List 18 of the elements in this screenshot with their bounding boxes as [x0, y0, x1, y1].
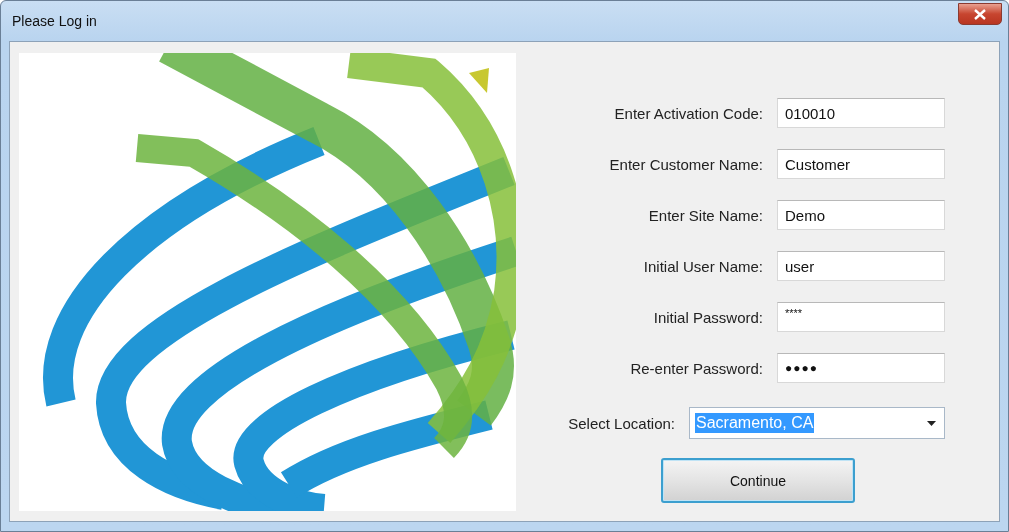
field-label: Enter Site Name:: [648, 206, 763, 224]
input-field[interactable]: ●●●●: [777, 353, 945, 383]
field-label: Initial User Name:: [643, 257, 763, 275]
window-title: Please Log in: [11, 13, 97, 29]
continue-button[interactable]: Continue: [661, 458, 855, 503]
input-field[interactable]: 010010: [777, 98, 945, 128]
input-field[interactable]: Demo: [777, 200, 945, 230]
input-field[interactable]: user: [777, 251, 945, 281]
field-label: Enter Activation Code:: [614, 104, 763, 122]
field-label: Enter Customer Name:: [609, 155, 763, 173]
close-button[interactable]: [958, 3, 1002, 25]
field-label: Re-enter Password:: [630, 359, 763, 377]
dropdown-arrow-icon: [927, 420, 936, 426]
field-label: Select Location:: [568, 414, 675, 432]
close-icon: [974, 8, 986, 20]
input-field[interactable]: ****: [777, 302, 945, 332]
input-field[interactable]: Customer: [777, 149, 945, 179]
field-label: Initial Password:: [653, 308, 763, 326]
